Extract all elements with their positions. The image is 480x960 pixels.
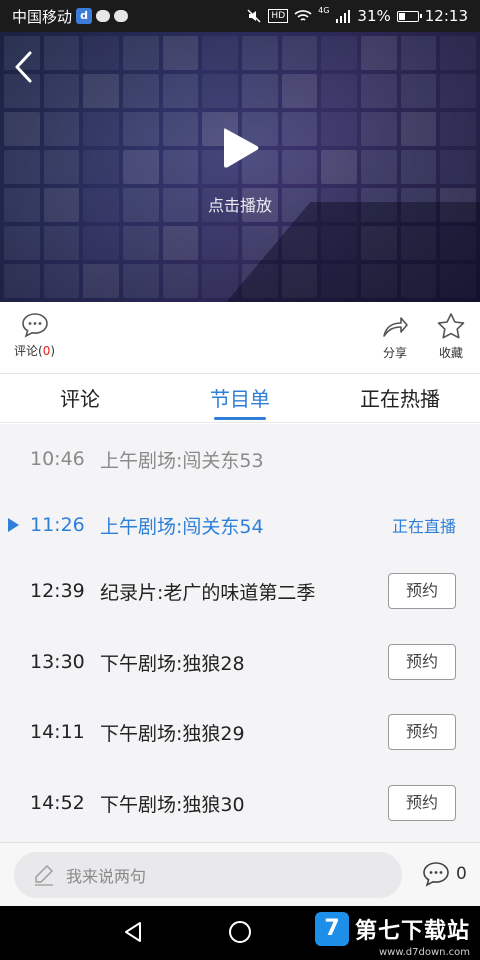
battery-percent: 31% bbox=[357, 7, 391, 25]
live-indicator-icon bbox=[8, 518, 19, 532]
tab-bar: 评论 节目单 正在热播 bbox=[0, 375, 480, 423]
status-right: HD 4G 31% 12:13 bbox=[246, 5, 468, 25]
program-row[interactable]: 14:11 下午剧场:独狼29 预约 bbox=[0, 697, 480, 767]
program-title: 上午剧场:闯关东54 bbox=[100, 515, 264, 538]
comment-input-placeholder: 我来说两句 bbox=[66, 867, 147, 886]
reserve-button[interactable]: 预约 bbox=[388, 714, 456, 750]
favorite-action[interactable]: 收藏 bbox=[436, 312, 466, 361]
comment-input[interactable]: 我来说两句 bbox=[14, 852, 402, 898]
pencil-icon bbox=[35, 865, 53, 886]
program-time: 13:30 bbox=[30, 651, 85, 673]
status-left: 中国移动 d bbox=[12, 6, 129, 27]
system-nav-bar: 7 第七下载站 www.d7down.com bbox=[0, 906, 480, 960]
star-icon bbox=[437, 313, 465, 339]
program-list: 10:46 上午剧场:闯关东53 11:26 上午剧场:闯关东54 正在直播 1… bbox=[0, 424, 480, 842]
battery-icon bbox=[396, 10, 422, 22]
program-row[interactable]: 13:30 下午剧场:独狼28 预约 bbox=[0, 627, 480, 697]
watermark-text: 第七下载站 bbox=[354, 919, 470, 944]
share-arrow-icon bbox=[383, 317, 408, 337]
play-label[interactable]: 点击播放 bbox=[0, 192, 480, 216]
tab-schedule[interactable]: 节目单 bbox=[160, 375, 320, 422]
program-time: 10:46 bbox=[30, 448, 85, 470]
program-title: 下午剧场:独狼30 bbox=[100, 793, 245, 816]
battery-fill bbox=[398, 12, 405, 20]
program-title: 纪录片:老广的味道第二季 bbox=[100, 581, 316, 604]
program-time: 14:11 bbox=[30, 721, 85, 743]
comment-count-button[interactable]: 0 bbox=[422, 861, 467, 887]
favorite-label: 收藏 bbox=[438, 346, 463, 360]
reserve-button[interactable]: 预约 bbox=[388, 785, 456, 821]
action-row: 评论(0) 分享 收藏 bbox=[0, 302, 480, 374]
program-row[interactable]: 14:52 下午剧场:独狼30 预约 bbox=[0, 768, 480, 838]
share-action[interactable]: 分享 bbox=[380, 312, 410, 361]
video-player[interactable]: 点击播放 bbox=[0, 32, 480, 302]
share-label: 分享 bbox=[382, 346, 407, 360]
status-bar: 中国移动 d HD 4G 31% 12:13 bbox=[0, 0, 480, 32]
message-icon bbox=[96, 10, 111, 22]
comment-action-close: ) bbox=[50, 344, 56, 358]
live-label: 正在直播 bbox=[391, 517, 456, 536]
watermark: 7 第七下载站 www.d7down.com bbox=[314, 912, 470, 958]
reserve-button[interactable]: 预约 bbox=[388, 644, 456, 680]
program-time: 11:26 bbox=[30, 514, 85, 536]
watermark-row: 7 第七下载站 bbox=[314, 912, 470, 946]
comment-count: 0 bbox=[456, 864, 467, 884]
watermark-url: www.d7down.com bbox=[378, 947, 470, 958]
program-title: 下午剧场:独狼28 bbox=[100, 652, 245, 675]
tab-trending[interactable]: 正在热播 bbox=[320, 375, 480, 422]
nav-back-icon[interactable] bbox=[122, 920, 144, 944]
tab-comments[interactable]: 评论 bbox=[0, 375, 160, 422]
program-time: 12:39 bbox=[30, 580, 85, 602]
program-title: 下午剧场:独狼29 bbox=[100, 722, 245, 745]
play-icon[interactable] bbox=[222, 126, 260, 170]
program-row[interactable]: 12:39 纪录片:老广的味道第二季 预约 bbox=[0, 556, 480, 626]
mute-icon bbox=[247, 9, 261, 23]
program-row-live[interactable]: 11:26 上午剧场:闯关东54 正在直播 bbox=[0, 490, 480, 560]
hd-badge: HD bbox=[268, 9, 289, 23]
reserve-button[interactable]: 预约 bbox=[388, 573, 456, 609]
network-type: 4G bbox=[318, 5, 330, 15]
comment-bubble-icon bbox=[423, 862, 449, 887]
comment-action-label: 评论(0) bbox=[14, 342, 55, 359]
program-time: 14:52 bbox=[30, 792, 85, 814]
comment-action-text: 评论( bbox=[14, 344, 43, 358]
program-row[interactable]: 10:46 上午剧场:闯关东53 bbox=[0, 424, 480, 494]
carrier-name: 中国移动 bbox=[12, 7, 73, 26]
wifi-icon bbox=[294, 10, 312, 21]
clock: 12:13 bbox=[424, 7, 468, 25]
back-arrow-icon[interactable] bbox=[12, 50, 36, 84]
nav-home-icon[interactable] bbox=[228, 920, 252, 944]
comment-bar: 我来说两句 0 bbox=[0, 842, 480, 906]
carrier-app-icon: d bbox=[76, 8, 93, 24]
watermark-logo: 7 bbox=[314, 912, 349, 946]
program-title: 上午剧场:闯关东53 bbox=[100, 449, 264, 472]
wechat-icon bbox=[114, 10, 129, 22]
signal-icon bbox=[336, 10, 351, 23]
comment-bubble-icon bbox=[21, 313, 48, 338]
comment-action[interactable]: 评论(0) bbox=[14, 312, 55, 359]
